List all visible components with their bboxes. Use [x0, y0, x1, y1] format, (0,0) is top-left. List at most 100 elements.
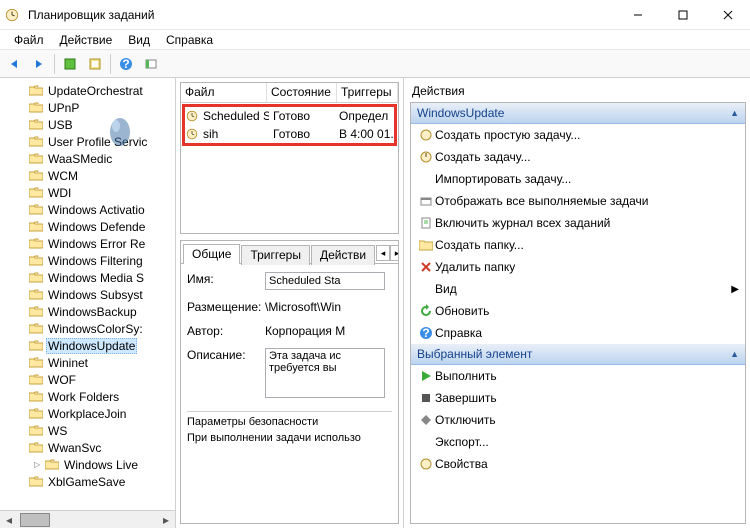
task-state: Готово — [269, 126, 335, 142]
close-button[interactable] — [705, 1, 750, 29]
action-new-folder[interactable]: Создать папку... — [411, 234, 745, 256]
action-view[interactable]: Вид▶ — [411, 278, 745, 300]
task-name: Scheduled S… — [199, 108, 269, 124]
tree-item-windows-media-s[interactable]: Windows Media S — [4, 269, 175, 286]
titlebar: Планировщик заданий — [0, 0, 750, 30]
task-row[interactable]: sih Готово В 4:00 01. — [185, 125, 394, 143]
tree-item-wwansvc[interactable]: WwanSvc — [4, 439, 175, 456]
main-area: UpdateOrchestratUPnPUSBUser Profile Serv… — [0, 78, 750, 528]
actions-group2-header[interactable]: Выбранный элемент ▲ — [411, 344, 745, 365]
action-properties[interactable]: Свойства — [411, 453, 745, 475]
task-list: Файл Состояние Триггеры Scheduled S… Гот… — [180, 82, 399, 234]
panel-button[interactable] — [139, 53, 163, 75]
folder-tree[interactable]: UpdateOrchestratUPnPUSBUser Profile Serv… — [0, 78, 175, 510]
clock-icon — [185, 109, 199, 123]
tree-item-windows-subsyst[interactable]: Windows Subsyst — [4, 286, 175, 303]
name-field[interactable] — [265, 272, 385, 290]
action-run[interactable]: Выполнить — [411, 365, 745, 387]
tree-item-wcm[interactable]: WCM — [4, 167, 175, 184]
tree-item-workplacejoin[interactable]: WorkplaceJoin — [4, 405, 175, 422]
description-field[interactable]: Эта задача ис требуется вы — [265, 348, 385, 398]
actions-group-header[interactable]: WindowsUpdate ▲ — [411, 103, 745, 124]
task-state: Готово — [269, 108, 335, 124]
action-create-basic-task[interactable]: Создать простую задачу... — [411, 124, 745, 146]
folder-icon — [28, 288, 44, 302]
action-delete-folder[interactable]: Удалить папку — [411, 256, 745, 278]
tree-item-windowsbackup[interactable]: WindowsBackup — [4, 303, 175, 320]
tree-item-windows-filtering[interactable]: Windows Filtering — [4, 252, 175, 269]
col-triggers[interactable]: Триггеры — [337, 83, 398, 102]
menubar: Файл Действие Вид Справка — [0, 30, 750, 50]
tab-triggers[interactable]: Триггеры — [241, 245, 310, 265]
actions-box: WindowsUpdate ▲ Создать простую задачу..… — [410, 102, 746, 524]
location-value: \Microsoft\Win — [265, 300, 392, 314]
help-button[interactable]: ? — [114, 53, 138, 75]
action-show-all-running[interactable]: Отображать все выполняемые задачи — [411, 190, 745, 212]
maximize-button[interactable] — [660, 1, 705, 29]
tab-general[interactable]: Общие — [183, 244, 240, 264]
task-trigger: Определ — [335, 108, 394, 124]
tree-item-user-profile-servic[interactable]: User Profile Servic — [4, 133, 175, 150]
action-import-task[interactable]: Импортировать задачу... — [411, 168, 745, 190]
svg-text:?: ? — [422, 326, 429, 340]
folder-icon — [28, 135, 44, 149]
security-params-sub: При выполнении задачи использо — [187, 428, 392, 444]
tree-item-wdi[interactable]: WDI — [4, 184, 175, 201]
col-file[interactable]: Файл — [181, 83, 267, 102]
action-enable-log[interactable]: Включить журнал всех заданий — [411, 212, 745, 234]
actions-title: Действия — [410, 82, 746, 102]
menu-help[interactable]: Справка — [158, 31, 221, 49]
collapse-icon: ▲ — [730, 349, 739, 359]
location-label: Размещение: — [187, 300, 265, 314]
toolbar: ? — [0, 50, 750, 78]
tree-item-windows-activatio[interactable]: Windows Activatio — [4, 201, 175, 218]
folder-icon — [28, 271, 44, 285]
col-state[interactable]: Состояние — [267, 83, 337, 102]
folder-icon — [28, 84, 44, 98]
folder-icon — [28, 390, 44, 404]
tree-item-windowscolorsy-[interactable]: WindowsColorSy: — [4, 320, 175, 337]
action-export[interactable]: Экспорт... — [411, 431, 745, 453]
back-button[interactable] — [2, 53, 26, 75]
menu-action[interactable]: Действие — [52, 31, 121, 49]
toggle-button[interactable] — [83, 53, 107, 75]
menu-file[interactable]: Файл — [6, 31, 52, 49]
tree-item-upnp[interactable]: UPnP — [4, 99, 175, 116]
menu-view[interactable]: Вид — [120, 31, 158, 49]
action-disable[interactable]: Отключить — [411, 409, 745, 431]
folder-icon — [28, 356, 44, 370]
tree-item-work-folders[interactable]: Work Folders — [4, 388, 175, 405]
tree-item-windows-live[interactable]: Windows Live — [4, 456, 175, 473]
tree-item-windowsupdate[interactable]: WindowsUpdate — [4, 337, 175, 354]
tree-item-wof[interactable]: WOF — [4, 371, 175, 388]
clock-icon — [185, 127, 199, 141]
tree-item-ws[interactable]: WS — [4, 422, 175, 439]
folder-icon — [28, 305, 44, 319]
folder-icon — [44, 458, 60, 472]
folder-icon — [28, 237, 44, 251]
name-label: Имя: — [187, 272, 265, 286]
minimize-button[interactable] — [615, 1, 660, 29]
tree-item-xblgamesave[interactable]: XblGameSave — [4, 473, 175, 490]
folder-icon — [28, 254, 44, 268]
author-label: Автор: — [187, 324, 265, 338]
highlighted-rows: Scheduled S… Готово Определ sih Готово В… — [182, 104, 397, 146]
task-trigger: В 4:00 01. — [335, 126, 394, 142]
tree-item-waasmedic[interactable]: WaaSMedic — [4, 150, 175, 167]
tree-horizontal-scrollbar[interactable]: ◂▸ — [0, 510, 175, 528]
tree-item-windows-error-re[interactable]: Windows Error Re — [4, 235, 175, 252]
action-end[interactable]: Завершить — [411, 387, 745, 409]
tab-actions[interactable]: Действи — [311, 245, 375, 265]
forward-button[interactable] — [27, 53, 51, 75]
app-icon — [0, 8, 24, 22]
tab-scroll[interactable]: ◂▸ — [376, 243, 399, 263]
tree-item-usb[interactable]: USB — [4, 116, 175, 133]
tree-item-wininet[interactable]: Wininet — [4, 354, 175, 371]
action-help[interactable]: ?Справка — [411, 322, 745, 344]
tree-item-updateorchestrat[interactable]: UpdateOrchestrat — [4, 82, 175, 99]
action-button[interactable] — [58, 53, 82, 75]
task-row[interactable]: Scheduled S… Готово Определ — [185, 107, 394, 125]
tree-item-windows-defende[interactable]: Windows Defende — [4, 218, 175, 235]
action-refresh[interactable]: Обновить — [411, 300, 745, 322]
action-create-task[interactable]: Создать задачу... — [411, 146, 745, 168]
